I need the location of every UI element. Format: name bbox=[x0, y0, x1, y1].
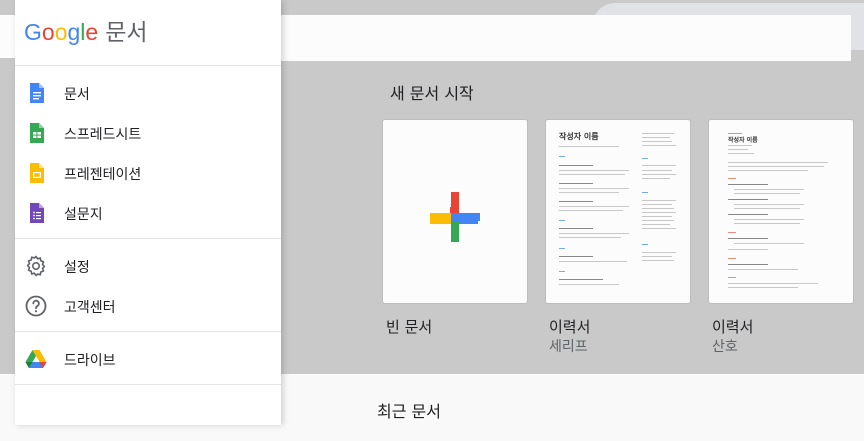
nav-item-forms[interactable]: 설문지 bbox=[15, 193, 281, 233]
drive-icon bbox=[25, 350, 47, 368]
preview-title: 작성자 이름 bbox=[559, 132, 599, 141]
divider bbox=[15, 384, 281, 385]
template-blank[interactable] bbox=[382, 119, 528, 304]
plus-icon-full bbox=[430, 192, 480, 242]
nav-label: 프레젠테이션 bbox=[64, 167, 142, 183]
template-resume-serif-sub: 세리프 bbox=[549, 339, 588, 355]
nav-item-sheets[interactable]: 스프레드시트 bbox=[15, 113, 281, 153]
template-resume-serif-label: 이력서 bbox=[549, 318, 591, 336]
forms-icon bbox=[30, 203, 44, 223]
nav-label: 문서 bbox=[64, 87, 90, 103]
recent-title: 최근 문서 bbox=[377, 402, 441, 421]
app-name: 문서 bbox=[105, 19, 148, 45]
slides-icon bbox=[30, 163, 44, 183]
template-blank-label: 빈 문서 bbox=[386, 318, 433, 336]
help-icon bbox=[25, 295, 47, 317]
template-resume-serif[interactable]: 작성자 이름 bbox=[545, 119, 691, 304]
divider bbox=[15, 238, 281, 239]
gear-icon bbox=[26, 255, 46, 277]
nav-item-settings[interactable]: 설정 bbox=[15, 246, 281, 286]
sheets-icon bbox=[30, 123, 44, 143]
nav-item-drive[interactable]: 드라이브 bbox=[15, 339, 281, 379]
nav-item-docs[interactable]: 문서 bbox=[15, 73, 281, 113]
nav-label: 드라이브 bbox=[64, 353, 116, 369]
gallery-title: 새 문서 시작 bbox=[390, 84, 474, 103]
nav-label: 스프레드시트 bbox=[64, 127, 142, 143]
divider bbox=[15, 65, 281, 66]
nav-drawer: Google 문서 문서 스프레드시트 프레젠테이션 설문지 설정 고객센터 드… bbox=[15, 0, 281, 425]
google-wordmark: Google bbox=[24, 19, 99, 45]
nav-label: 설정 bbox=[64, 260, 90, 276]
docs-icon bbox=[30, 83, 44, 103]
divider bbox=[15, 331, 281, 332]
nav-label: 설문지 bbox=[64, 207, 103, 223]
template-resume-coral[interactable]: 작성자 이름 bbox=[708, 119, 854, 304]
nav-label: 고객센터 bbox=[64, 300, 116, 316]
app-logo[interactable]: Google 문서 bbox=[24, 13, 148, 47]
nav-item-help[interactable]: 고객센터 bbox=[15, 286, 281, 326]
nav-item-slides[interactable]: 프레젠테이션 bbox=[15, 153, 281, 193]
template-resume-coral-label: 이력서 bbox=[712, 318, 754, 336]
template-resume-coral-sub: 산호 bbox=[712, 339, 738, 355]
header-strip-right bbox=[281, 15, 851, 61]
preview-title: 작성자 이름 bbox=[728, 137, 758, 144]
